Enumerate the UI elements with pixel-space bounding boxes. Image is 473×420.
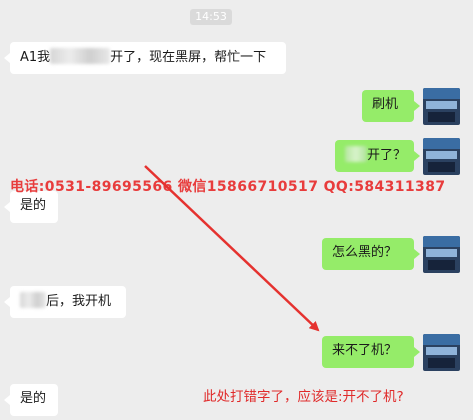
correction-note: 此处打错字了，应该是:开不了机? [203, 389, 404, 405]
annotation-arrow [144, 165, 320, 332]
